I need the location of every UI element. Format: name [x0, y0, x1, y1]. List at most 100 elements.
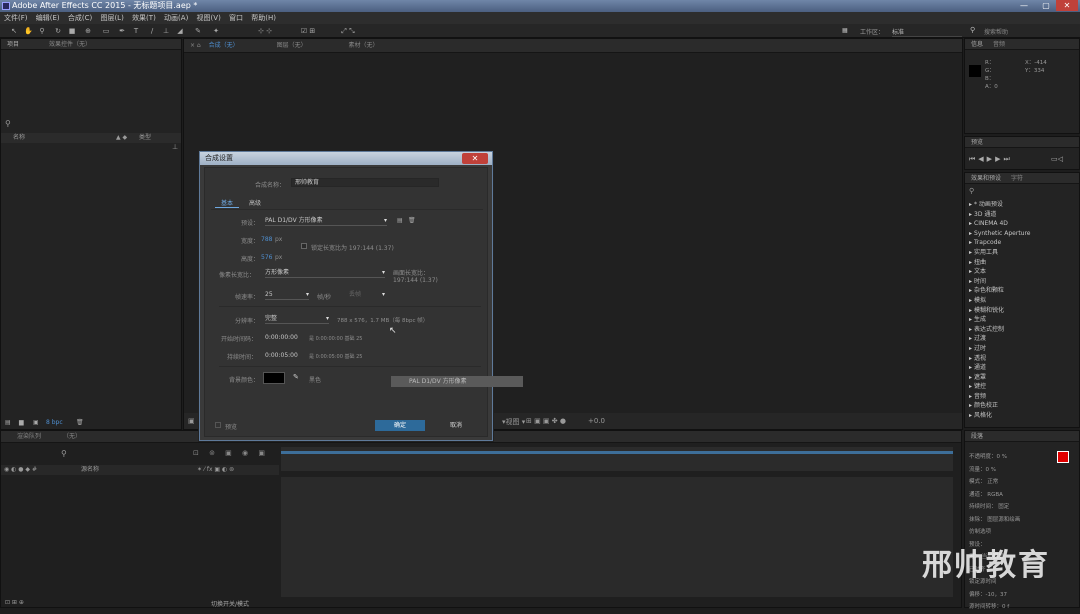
roto-brush-tool-icon[interactable]: ✎ — [194, 27, 202, 35]
new-folder-icon[interactable]: ▆ — [19, 417, 24, 429]
pan-behind-tool-icon[interactable]: ⊕ — [84, 27, 92, 35]
width-value[interactable]: 788 — [261, 236, 272, 243]
tab-project[interactable]: 项目 — [7, 41, 19, 48]
tab-advanced[interactable]: 高级 — [249, 198, 261, 207]
eyedropper-icon[interactable]: ✎ — [293, 373, 299, 381]
menu-file[interactable]: 文件(F) — [4, 14, 28, 22]
frame-rate-dropdown[interactable]: 25 ▾ — [265, 290, 309, 300]
rectangle-tool-icon[interactable]: ▭ — [102, 27, 110, 35]
effects-category[interactable]: ▸ 文本 — [965, 267, 1079, 277]
brush-tool-icon[interactable]: / — [148, 27, 156, 35]
column-name[interactable]: 名称 — [13, 133, 25, 143]
effects-category[interactable]: ▸ 模糊和锐化 — [965, 306, 1079, 316]
tab-layer[interactable]: 图层（无） — [277, 42, 307, 49]
tab-composition[interactable]: 合成（无） — [209, 42, 239, 49]
effects-category[interactable]: ▸ 透视 — [965, 354, 1079, 364]
search-help-input[interactable]: 搜索帮助 — [984, 27, 1008, 36]
selection-tool-icon[interactable]: ↖ — [10, 27, 18, 35]
text-tool-icon[interactable]: T — [132, 27, 140, 35]
delete-preset-icon[interactable]: 🗑 — [408, 217, 416, 224]
effects-category[interactable]: ▸ 键控 — [965, 382, 1079, 392]
snapping-checkbox[interactable]: ☑ ⊞ — [296, 27, 320, 35]
effects-category[interactable]: ▸ 杂色和颗粒 — [965, 286, 1079, 296]
zoom-tool-icon[interactable]: ⚲ — [38, 27, 46, 35]
search-help-icon[interactable]: ⚲ — [970, 26, 975, 34]
tab-timeline-none[interactable]: （无） — [63, 433, 81, 440]
work-area-bar[interactable] — [281, 451, 953, 454]
tab-info[interactable]: 信息 — [971, 41, 983, 48]
toggle-switches-modes[interactable]: 切换开关/模式 — [211, 599, 249, 608]
paint-flow[interactable]: 流量：0 % — [969, 464, 1059, 477]
menu-help[interactable]: 帮助(H) — [251, 14, 276, 22]
close-comp-tab-icon[interactable]: × ⌂ — [190, 42, 201, 49]
puppet-tool-icon[interactable]: ✦ — [212, 27, 220, 35]
clone-stamp-tool-icon[interactable]: ⊥ — [162, 27, 170, 35]
effects-category[interactable]: ▸ 模拟 — [965, 296, 1079, 306]
tab-preview[interactable]: 预览 — [971, 139, 983, 146]
tab-effects-presets[interactable]: 效果和预设 — [971, 175, 1001, 182]
paint-channel[interactable]: 通道： RGBA — [969, 489, 1059, 502]
ok-button[interactable]: 确定 — [375, 420, 425, 431]
close-window-button[interactable]: ✕ — [1056, 0, 1078, 11]
effects-category[interactable]: ▸ * 动画预设 — [965, 200, 1079, 210]
minimize-button[interactable]: — — [1014, 0, 1034, 11]
view-layout-icon[interactable]: ▾视图 ▾ — [502, 417, 525, 427]
menu-composition[interactable]: 合成(C) — [68, 14, 92, 22]
menu-window[interactable]: 窗口 — [229, 14, 243, 22]
effects-category[interactable]: ▸ 过渡 — [965, 334, 1079, 344]
preview-controls[interactable]: ⏮◀▶▶⏭ — [969, 155, 1013, 164]
hand-tool-icon[interactable]: ✋ — [24, 27, 33, 35]
effects-category[interactable]: ▸ 通道 — [965, 363, 1079, 373]
effects-category[interactable]: ▸ Trapcode — [965, 238, 1079, 248]
tab-render-queue[interactable]: 渲染队列 — [17, 433, 41, 440]
height-value[interactable]: 576 — [261, 254, 272, 261]
pixel-aspect-dropdown[interactable]: 方形像素 ▾ — [265, 268, 385, 278]
effects-category[interactable]: ▸ 3D 通道 — [965, 210, 1079, 220]
tab-basic[interactable]: 基本 — [215, 198, 240, 208]
menu-layer[interactable]: 图层(L) — [100, 14, 123, 22]
dialog-close-button[interactable]: ✕ — [462, 153, 488, 164]
tab-audio[interactable]: 音频 — [993, 41, 1005, 48]
tab-footage[interactable]: 素材（无） — [349, 42, 379, 49]
menu-edit[interactable]: 编辑(E) — [36, 14, 60, 22]
lock-aspect-checkbox[interactable] — [301, 243, 307, 249]
timeline-footer-icons[interactable]: ⊡ ⊞ ⊕ — [5, 599, 24, 606]
effects-category[interactable]: ▸ 颜色校正 — [965, 401, 1079, 411]
effects-search-icon[interactable]: ⚲ — [969, 187, 974, 195]
timeline-switches-icons[interactable]: ⊡ ⊚ ▣ ◉ ▣ — [193, 449, 269, 457]
av-switch-icons[interactable]: ◉ ◐ ● ◆ # — [4, 465, 37, 475]
paint-erase[interactable]: 抹除： 图层源和绘画 — [969, 514, 1059, 527]
clone-offset[interactable]: 偏移：-10，37 — [969, 589, 1059, 602]
duration-value[interactable]: 0:00:05:00 — [265, 352, 298, 359]
effects-category[interactable]: ▸ 遮罩 — [965, 373, 1079, 383]
interpret-footage-icon[interactable]: ▤ — [5, 417, 11, 429]
effects-category[interactable]: ▸ 音频 — [965, 392, 1079, 402]
column-type[interactable]: 类型 — [139, 133, 151, 143]
paint-mode[interactable]: 模式： 正常 — [969, 476, 1059, 489]
bg-color-swatch[interactable] — [263, 372, 285, 384]
clone-source-time[interactable]: 源时间转移：0 f — [969, 601, 1059, 614]
column-source-name[interactable]: 源名称 — [81, 465, 99, 475]
menu-view[interactable]: 视图(V) — [197, 14, 221, 22]
bpc-toggle[interactable]: 8 bpc — [46, 417, 63, 429]
effects-category[interactable]: ▸ 过时 — [965, 344, 1079, 354]
save-preset-icon[interactable]: ▤ — [397, 217, 403, 224]
comp-name-input[interactable]: 邢帅教育 — [291, 178, 439, 187]
viewer-options-icon[interactable]: ▣ — [188, 417, 195, 425]
effects-category[interactable]: ▸ Synthetic Aperture — [965, 229, 1079, 239]
paint-opacity[interactable]: 不透明度：0 % — [969, 451, 1059, 464]
rotate-tool-icon[interactable]: ↻ — [54, 27, 62, 35]
loop-audio-icons[interactable]: ▭◁ — [1051, 155, 1063, 163]
effects-category[interactable]: ▸ 生成 — [965, 315, 1079, 325]
tab-character[interactable]: 字符 — [1011, 175, 1023, 182]
time-ruler[interactable] — [281, 447, 953, 471]
viewer-tools-icons[interactable]: ⊞ ▣ ▣ ✤ ● — [526, 417, 566, 425]
preview-checkbox[interactable] — [215, 422, 221, 428]
flowchart-icon[interactable]: ⊥ — [172, 143, 178, 151]
delete-icon[interactable]: 🗑 — [76, 417, 84, 429]
effects-category[interactable]: ▸ 扭曲 — [965, 258, 1079, 268]
paint-duration[interactable]: 持续时间： 固定 — [969, 501, 1059, 514]
effects-category[interactable]: ▸ 时间 — [965, 277, 1079, 287]
layer-switch-icons[interactable]: ✶ ⁄ fx ▣ ◐ ⊚ — [197, 465, 234, 475]
effects-category[interactable]: ▸ 实用工具 — [965, 248, 1079, 258]
